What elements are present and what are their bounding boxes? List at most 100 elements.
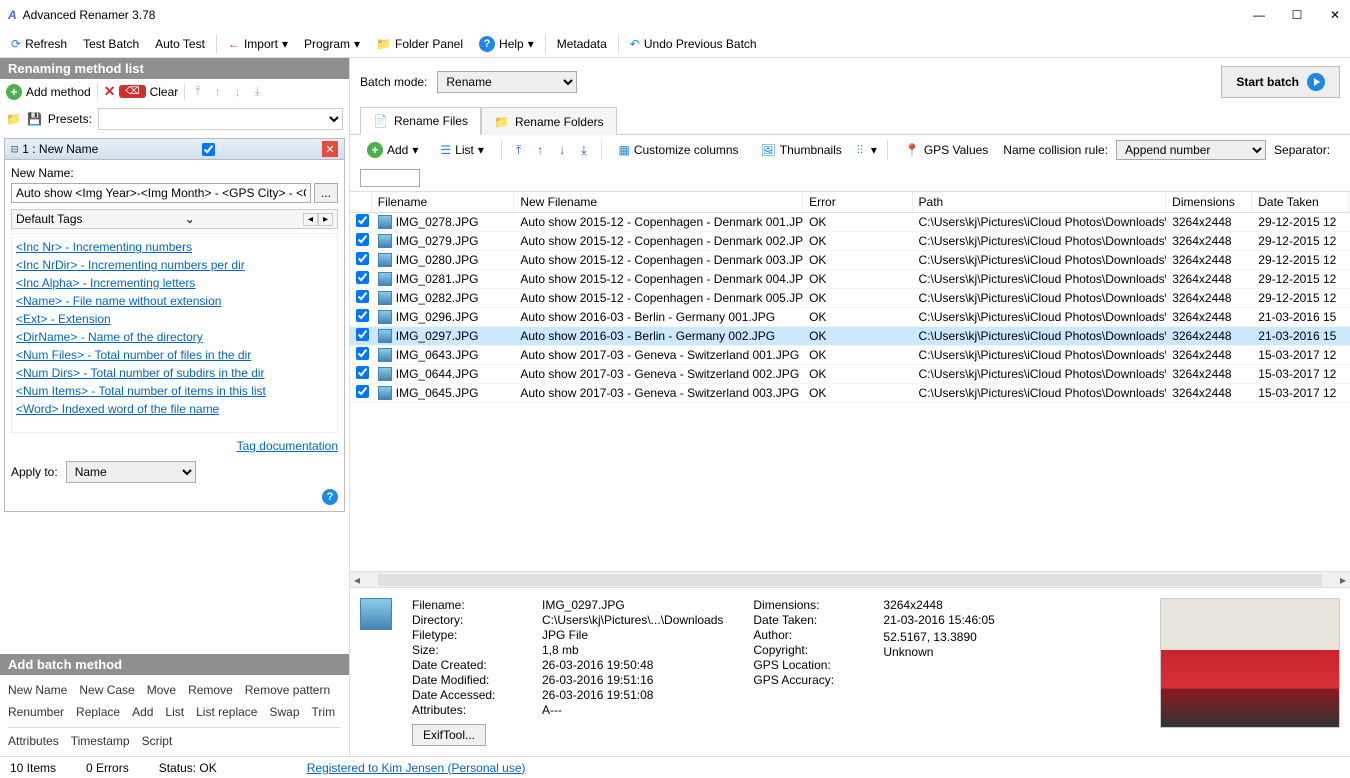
col-error[interactable]: Error	[803, 192, 912, 212]
import-button[interactable]: ←Import▾	[221, 34, 295, 54]
tag-link[interactable]: <Word> Indexed word of the file name	[16, 400, 333, 418]
batch-method-new-case[interactable]: New Case	[79, 683, 134, 697]
tag-link[interactable]: <Inc NrDir> - Incrementing numbers per d…	[16, 256, 333, 274]
list-button[interactable]: ☰List▾	[433, 140, 490, 160]
file-move-down-icon[interactable]: ↓	[555, 143, 569, 157]
row-checkbox[interactable]	[356, 252, 369, 265]
batch-method-new-name[interactable]: New Name	[8, 683, 67, 697]
file-move-bottom-icon[interactable]: ⤓	[577, 143, 590, 158]
tag-link[interactable]: <DirName> - Name of the directory	[16, 328, 333, 346]
minimize-button[interactable]: —	[1252, 8, 1266, 22]
table-row[interactable]: IMG_0281.JPG Auto show 2015-12 - Copenha…	[350, 270, 1350, 289]
tag-link[interactable]: <Ext> - Extension	[16, 310, 333, 328]
columns-config-icon[interactable]: ⫶⫶	[857, 143, 863, 158]
clear-button[interactable]: Clear	[150, 85, 179, 99]
tag-documentation-link[interactable]: Tag documentation	[11, 433, 338, 455]
method-enabled-checkbox[interactable]	[202, 143, 215, 156]
registration-link[interactable]: Registered to Kim Jensen (Personal use)	[307, 761, 526, 775]
exiftool-button[interactable]: ExifTool...	[412, 724, 486, 746]
file-move-top-icon[interactable]: ⤒	[512, 143, 525, 158]
table-row[interactable]: IMG_0278.JPG Auto show 2015-12 - Copenha…	[350, 213, 1350, 232]
save-preset-icon[interactable]: 💾	[27, 112, 42, 126]
tag-link[interactable]: <Num Files> - Total number of files in t…	[16, 346, 333, 364]
batch-method-script[interactable]: Script	[142, 734, 173, 748]
test-batch-button[interactable]: Test Batch	[76, 34, 146, 54]
row-checkbox[interactable]	[356, 328, 369, 341]
batch-method-timestamp[interactable]: Timestamp	[71, 734, 130, 748]
folder-panel-button[interactable]: 📁Folder Panel	[369, 34, 470, 54]
tags-next-icon[interactable]: ▸	[318, 213, 333, 226]
metadata-button[interactable]: Metadata	[550, 34, 614, 54]
tags-prev-icon[interactable]: ◂	[303, 213, 318, 226]
thumbnails-button[interactable]: 🖼Thumbnails	[754, 140, 849, 160]
batch-method-list[interactable]: List	[165, 705, 184, 719]
batch-method-renumber[interactable]: Renumber	[8, 705, 64, 719]
col-new-filename[interactable]: New Filename	[514, 192, 803, 212]
help-button[interactable]: ?Help▾	[472, 33, 541, 55]
batch-method-replace[interactable]: Replace	[76, 705, 120, 719]
gps-values-button[interactable]: 📍GPS Values	[898, 140, 995, 160]
row-checkbox[interactable]	[356, 233, 369, 246]
start-batch-button[interactable]: Start batch	[1221, 66, 1340, 98]
file-move-up-icon[interactable]: ↑	[533, 143, 547, 157]
add-files-button[interactable]: +Add▾	[360, 139, 425, 161]
batch-method-add[interactable]: Add	[132, 705, 153, 719]
default-tags-label[interactable]: Default Tags	[16, 212, 83, 226]
row-checkbox[interactable]	[356, 290, 369, 303]
open-preset-icon[interactable]: 📁	[6, 112, 21, 126]
move-down-icon[interactable]: ↓	[231, 85, 245, 99]
method-close-icon[interactable]: ✕	[322, 141, 338, 157]
table-row[interactable]: IMG_0279.JPG Auto show 2015-12 - Copenha…	[350, 232, 1350, 251]
close-button[interactable]: ✕	[1328, 8, 1342, 22]
table-row[interactable]: IMG_0645.JPG Auto show 2017-03 - Geneva …	[350, 384, 1350, 403]
auto-test-button[interactable]: Auto Test	[148, 34, 212, 54]
batch-method-trim[interactable]: Trim	[312, 705, 336, 719]
undo-button[interactable]: ↶Undo Previous Batch	[623, 34, 764, 54]
tag-link[interactable]: <Num Dirs> - Total number of subdirs in …	[16, 364, 333, 382]
maximize-button[interactable]: ☐	[1290, 8, 1304, 22]
table-row[interactable]: IMG_0644.JPG Auto show 2017-03 - Geneva …	[350, 365, 1350, 384]
table-row[interactable]: IMG_0282.JPG Auto show 2015-12 - Copenha…	[350, 289, 1350, 308]
col-date-taken[interactable]: Date Taken	[1252, 192, 1350, 212]
batch-method-remove-pattern[interactable]: Remove pattern	[245, 683, 330, 697]
col-dimensions[interactable]: Dimensions	[1166, 192, 1252, 212]
apply-to-select[interactable]: Name	[66, 461, 196, 483]
tag-link[interactable]: <Inc Nr> - Incrementing numbers	[16, 238, 333, 256]
tab-rename-folders[interactable]: 📁Rename Folders	[481, 107, 617, 135]
method-help-icon[interactable]: ?	[322, 489, 338, 505]
collapse-icon[interactable]: ⊟	[11, 142, 18, 156]
row-checkbox[interactable]	[356, 385, 369, 398]
move-up-icon[interactable]: ↑	[211, 85, 225, 99]
batch-mode-select[interactable]: Rename	[437, 71, 577, 93]
row-checkbox[interactable]	[356, 366, 369, 379]
row-checkbox[interactable]	[356, 214, 369, 227]
move-top-icon[interactable]: ⤒	[191, 84, 204, 99]
refresh-button[interactable]: ⟳Refresh	[4, 34, 74, 54]
batch-method-move[interactable]: Move	[147, 683, 176, 697]
new-name-browse-button[interactable]: ...	[314, 183, 338, 203]
tag-link[interactable]: <Inc Alpha> - Incrementing letters	[16, 274, 333, 292]
table-row[interactable]: IMG_0643.JPG Auto show 2017-03 - Geneva …	[350, 346, 1350, 365]
program-button[interactable]: Program▾	[297, 34, 367, 54]
move-bottom-icon[interactable]: ⤓	[251, 84, 264, 99]
batch-method-swap[interactable]: Swap	[269, 705, 299, 719]
col-filename[interactable]: Filename	[372, 192, 515, 212]
presets-select[interactable]	[98, 108, 343, 130]
batch-method-list-replace[interactable]: List replace	[196, 705, 257, 719]
clear-icon[interactable]: ⌫	[119, 85, 145, 98]
row-checkbox[interactable]	[356, 309, 369, 322]
tag-link[interactable]: <Num Items> - Total number of items in t…	[16, 382, 333, 400]
delete-method-icon[interactable]: ✕	[104, 83, 116, 100]
row-checkbox[interactable]	[356, 271, 369, 284]
horizontal-scrollbar[interactable]: ◂▸	[350, 571, 1350, 587]
collision-select[interactable]: Append number	[1116, 140, 1266, 160]
tag-link[interactable]: <Name> - File name without extension	[16, 292, 333, 310]
separator-input[interactable]	[360, 169, 420, 187]
table-row[interactable]: IMG_0280.JPG Auto show 2015-12 - Copenha…	[350, 251, 1350, 270]
customize-columns-button[interactable]: ▦Customize columns	[612, 140, 746, 160]
table-row[interactable]: IMG_0297.JPG Auto show 2016-03 - Berlin …	[350, 327, 1350, 346]
new-name-input[interactable]	[11, 183, 311, 203]
batch-method-attributes[interactable]: Attributes	[8, 734, 59, 748]
col-path[interactable]: Path	[913, 192, 1167, 212]
row-checkbox[interactable]	[356, 347, 369, 360]
